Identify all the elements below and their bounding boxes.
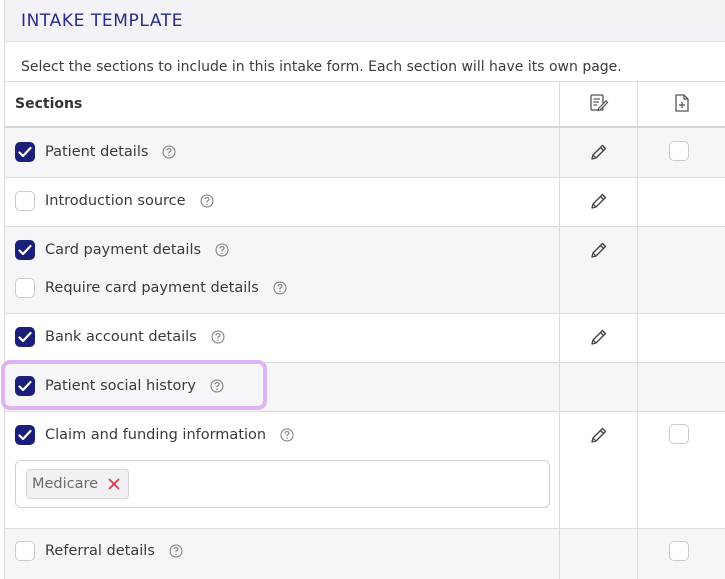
help-icon[interactable] bbox=[169, 544, 183, 558]
check-icon bbox=[18, 244, 32, 256]
patient-details-page-checkbox[interactable] bbox=[669, 141, 689, 161]
card-payment-label: Card payment details bbox=[45, 242, 202, 258]
sections-grid-header: Sections bbox=[5, 81, 725, 128]
patient-details-checkbox[interactable] bbox=[15, 142, 35, 162]
help-icon[interactable] bbox=[210, 379, 224, 393]
check-icon bbox=[18, 146, 32, 158]
help-icon[interactable] bbox=[162, 145, 176, 159]
option-require-card[interactable]: Require card payment details bbox=[15, 277, 287, 299]
patient-details-label: Patient details bbox=[45, 144, 149, 160]
sections-column-header: Sections bbox=[15, 96, 83, 112]
introduction-source-checkbox[interactable] bbox=[15, 191, 35, 211]
funding-tags-input[interactable]: Medicare bbox=[15, 460, 550, 508]
edit-introduction-source-icon[interactable] bbox=[589, 191, 609, 211]
social-history-label: Patient social history bbox=[45, 378, 196, 394]
page-title: INTAKE TEMPLATE bbox=[21, 11, 184, 31]
section-referral[interactable]: Referral details bbox=[15, 540, 183, 562]
section-card-payment[interactable]: Card payment details bbox=[15, 239, 229, 261]
edit-form-icon bbox=[590, 94, 609, 112]
check-icon bbox=[18, 380, 32, 392]
referral-page-checkbox[interactable] bbox=[669, 541, 689, 561]
section-claim-funding[interactable]: Claim and funding information bbox=[15, 424, 294, 446]
column-divider-edit bbox=[559, 81, 560, 579]
bank-account-checkbox[interactable] bbox=[15, 327, 35, 347]
section-introduction-source[interactable]: Introduction source bbox=[15, 190, 214, 212]
claim-funding-page-checkbox[interactable] bbox=[669, 424, 689, 444]
check-icon bbox=[18, 331, 32, 343]
referral-label: Referral details bbox=[45, 543, 155, 559]
require-card-label: Require card payment details bbox=[45, 280, 259, 296]
panel-header: INTAKE TEMPLATE bbox=[5, 0, 725, 42]
edit-card-payment-icon[interactable] bbox=[589, 240, 609, 260]
edit-bank-account-icon[interactable] bbox=[589, 327, 609, 347]
edit-patient-details-icon[interactable] bbox=[589, 142, 609, 162]
help-icon[interactable] bbox=[280, 428, 294, 442]
check-icon bbox=[18, 429, 32, 441]
help-icon[interactable] bbox=[273, 281, 287, 295]
claim-funding-checkbox[interactable] bbox=[15, 425, 35, 445]
help-icon[interactable] bbox=[211, 330, 225, 344]
require-card-checkbox[interactable] bbox=[15, 278, 35, 298]
help-icon[interactable] bbox=[200, 194, 214, 208]
add-document-icon bbox=[675, 94, 689, 112]
funding-tag: Medicare bbox=[26, 469, 130, 499]
edit-claim-funding-icon[interactable] bbox=[589, 425, 609, 445]
introduction-source-label: Introduction source bbox=[45, 193, 186, 209]
intake-template-panel: INTAKE TEMPLATE Select the sections to i… bbox=[4, 0, 725, 579]
funding-tag-label: Medicare bbox=[32, 476, 99, 492]
help-icon[interactable] bbox=[215, 243, 229, 257]
close-icon[interactable] bbox=[108, 478, 120, 490]
section-bank-account[interactable]: Bank account details bbox=[15, 326, 225, 348]
card-payment-checkbox[interactable] bbox=[15, 240, 35, 260]
section-social-history[interactable]: Patient social history bbox=[15, 375, 224, 397]
bank-account-label: Bank account details bbox=[45, 329, 197, 345]
claim-funding-label: Claim and funding information bbox=[45, 427, 267, 443]
referral-checkbox[interactable] bbox=[15, 541, 35, 561]
section-patient-details[interactable]: Patient details bbox=[15, 141, 176, 163]
description-text: Select the sections to include in this i… bbox=[21, 59, 622, 75]
column-divider-add bbox=[637, 81, 638, 579]
social-history-checkbox[interactable] bbox=[15, 376, 35, 396]
